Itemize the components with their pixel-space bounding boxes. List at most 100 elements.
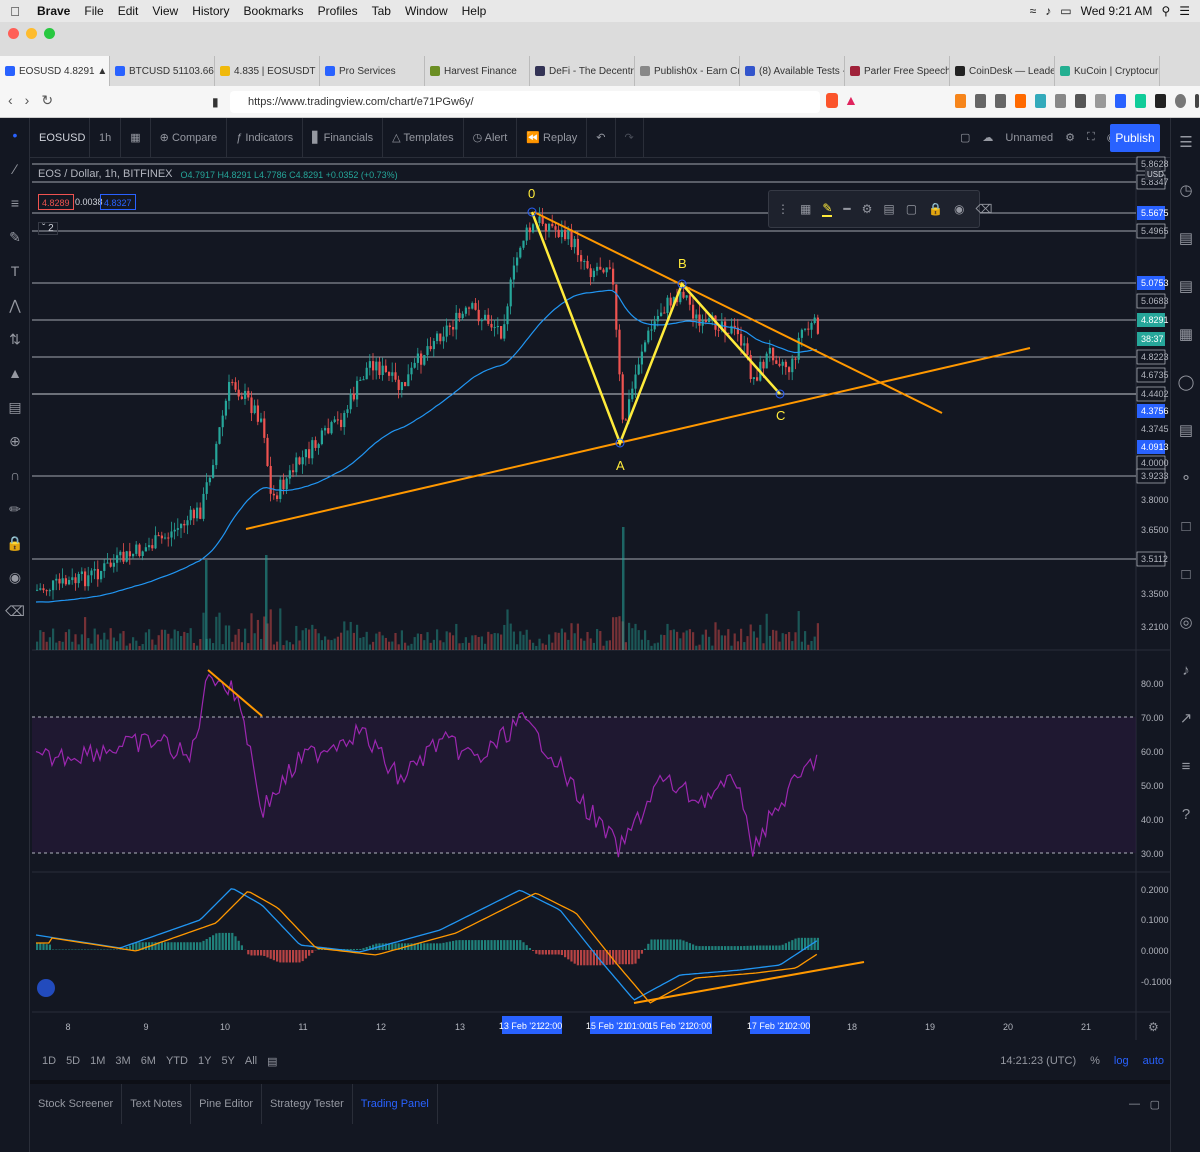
chart-canvas[interactable]: 0 A B C 5.86285.83475.56755.49655.07535.… <box>0 118 1200 1152</box>
settings-icon[interactable]: ⚙ <box>862 202 873 216</box>
template-icon[interactable]: ▦ <box>800 202 811 216</box>
browser-tab[interactable]: BTCUSD 51103.66 ▲ +3 <box>110 56 215 86</box>
extension-icon[interactable] <box>1055 94 1066 108</box>
delete-icon[interactable]: ⌫ <box>976 202 993 216</box>
drag-handle-icon[interactable]: ⋮ <box>777 202 789 216</box>
browser-tab[interactable]: DeFi - The Decentralizec <box>530 56 635 86</box>
symbol-title[interactable]: EOS / Dollar, 1h, BITFINEX <box>38 168 173 180</box>
rsi-trendline[interactable] <box>207 669 263 717</box>
browser-tab[interactable]: Harvest Finance <box>425 56 530 86</box>
minimize-window-button[interactable] <box>26 28 37 39</box>
extension-icon[interactable] <box>1135 94 1146 108</box>
abc-wave-pattern[interactable] <box>530 211 781 447</box>
buy-price-box[interactable]: 4.8327 <box>100 194 136 210</box>
candle <box>528 227 531 233</box>
menu-view[interactable]: View <box>145 4 185 18</box>
extension-icon[interactable] <box>1115 94 1126 108</box>
url-field[interactable]: https://www.tradingview.com/chart/e71PGw… <box>230 91 820 113</box>
resistance-trendline[interactable] <box>533 211 943 414</box>
range-1m[interactable]: 1M <box>90 1055 105 1067</box>
range-1y[interactable]: 1Y <box>198 1055 211 1067</box>
range-all[interactable]: All <box>245 1055 257 1067</box>
tab-stock-screener[interactable]: Stock Screener <box>30 1084 123 1124</box>
bars-icon[interactable]: ▤ <box>883 202 894 216</box>
tradingview-logo-icon[interactable] <box>37 979 55 997</box>
line-color-icon[interactable]: ✎ <box>822 201 833 217</box>
hide-icon[interactable]: ◉ <box>954 202 964 216</box>
tab-trading-panel[interactable]: Trading Panel <box>353 1084 438 1124</box>
zoom-window-button[interactable] <box>44 28 55 39</box>
search-icon[interactable]: ⚲ <box>1161 4 1170 18</box>
extension-icon[interactable] <box>995 94 1006 108</box>
time-axis[interactable]: 8 9 10 11 12 13 18 19 20 21 13 Feb '2122:00 15 Feb … <box>65 1016 1159 1034</box>
wifi-icon[interactable]: ≈ <box>1030 4 1037 18</box>
clock[interactable]: Wed 9:21 AM <box>1081 4 1153 18</box>
browser-tab[interactable]: (8) Available Tests - Use <box>740 56 845 86</box>
puzzle-icon[interactable] <box>1155 94 1166 108</box>
collapse-indicators-toggle[interactable]: ˇ 2 <box>38 222 58 235</box>
browser-tab[interactable]: KuCoin | Cryptocurrency <box>1055 56 1160 86</box>
more-menu-icon[interactable] <box>1195 94 1199 108</box>
brave-rewards-icon[interactable]: ▲ <box>844 92 858 108</box>
close-window-button[interactable] <box>8 28 19 39</box>
log-toggle[interactable]: log <box>1114 1055 1129 1067</box>
range-3m[interactable]: 3M <box>115 1055 130 1067</box>
metamask-extension-icon[interactable] <box>955 94 966 108</box>
menu-window[interactable]: Window <box>398 4 455 18</box>
browser-tab[interactable]: CoinDesk — Leader in cr <box>950 56 1055 86</box>
percent-toggle[interactable]: % <box>1090 1055 1100 1067</box>
menu-edit[interactable]: Edit <box>111 4 146 18</box>
bookmark-icon[interactable]: ▮ <box>212 95 219 109</box>
menu-profiles[interactable]: Profiles <box>311 4 365 18</box>
range-5d[interactable]: 5D <box>66 1055 80 1067</box>
axis-settings-icon[interactable]: ⚙ <box>1148 1020 1159 1034</box>
extension-icon[interactable] <box>975 94 986 108</box>
browser-tab[interactable]: Parler Free Speech Socia <box>845 56 950 86</box>
browser-tab[interactable]: Publish0x - Earn Crypto <box>635 56 740 86</box>
extension-icon[interactable] <box>1075 94 1086 108</box>
menu-help[interactable]: Help <box>455 4 494 18</box>
candle <box>506 306 509 325</box>
forward-icon[interactable]: › <box>25 92 30 109</box>
brave-shield-icon[interactable] <box>826 93 838 108</box>
extension-icon[interactable] <box>1095 94 1106 108</box>
macd-histogram-bar <box>695 945 698 950</box>
browser-tab[interactable]: EOSUSD 4.8291 ▲ +✕ <box>0 56 110 86</box>
menu-file[interactable]: File <box>77 4 110 18</box>
goto-date-icon[interactable]: ▤ <box>267 1055 277 1068</box>
tab-strategy-tester[interactable]: Strategy Tester <box>262 1084 353 1124</box>
menu-history[interactable]: History <box>185 4 236 18</box>
apple-icon[interactable]:  <box>0 4 30 19</box>
minimize-panel-icon[interactable]: — <box>1129 1098 1140 1110</box>
price-axis[interactable]: 5.86285.83475.56755.49655.07535.06834.82… <box>1136 156 1169 632</box>
range-5y[interactable]: 5Y <box>221 1055 234 1067</box>
app-name-menu[interactable]: Brave <box>30 4 77 18</box>
auto-toggle[interactable]: auto <box>1143 1055 1164 1067</box>
back-icon[interactable]: ‹ <box>8 92 13 109</box>
utc-clock[interactable]: 14:21:23 (UTC) <box>1000 1055 1076 1067</box>
support-trendline[interactable] <box>245 347 1031 530</box>
range-1d[interactable]: 1D <box>42 1055 56 1067</box>
tab-text-notes[interactable]: Text Notes <box>122 1084 192 1124</box>
battery-icon[interactable]: ▭ <box>1060 4 1071 18</box>
currency-badge[interactable]: USD <box>1147 170 1164 179</box>
profile-avatar[interactable] <box>1175 94 1186 108</box>
extension-icon[interactable] <box>1035 94 1046 108</box>
menu-tab[interactable]: Tab <box>365 4 398 18</box>
macd-trendline[interactable] <box>633 961 865 1004</box>
browser-tab[interactable]: Pro Services <box>320 56 425 86</box>
reload-icon[interactable]: ↻ <box>41 92 53 109</box>
maximize-panel-icon[interactable]: ▢ <box>1150 1098 1160 1111</box>
range-6m[interactable]: 6M <box>141 1055 156 1067</box>
lock-drawing-icon[interactable]: 🔒 <box>928 202 943 216</box>
line-style-icon[interactable]: ━ <box>843 202 850 216</box>
browser-tab[interactable]: 4.835 | EOSUSDT | Binar <box>215 56 320 86</box>
range-ytd[interactable]: YTD <box>166 1055 188 1067</box>
menu-bookmarks[interactable]: Bookmarks <box>237 4 311 18</box>
volume-icon[interactable]: ♪ <box>1045 4 1051 18</box>
tab-pine-editor[interactable]: Pine Editor <box>191 1084 262 1124</box>
menu-list-icon[interactable]: ☰ <box>1179 4 1190 18</box>
sell-price-box[interactable]: 4.8289 <box>38 194 74 210</box>
visibility-icon[interactable]: ▢ <box>906 202 917 216</box>
extension-icon[interactable] <box>1015 94 1026 108</box>
